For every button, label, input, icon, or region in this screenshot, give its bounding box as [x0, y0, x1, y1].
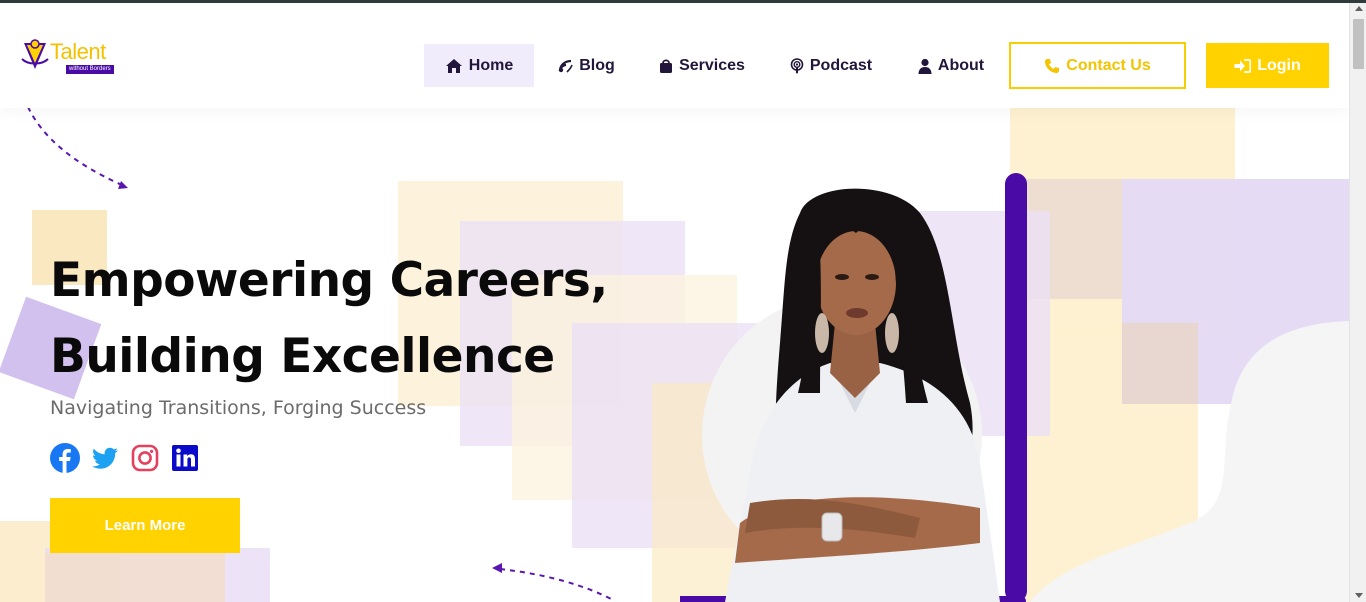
- contact-us-button[interactable]: Contact Us: [1009, 42, 1186, 89]
- page-scrollbar[interactable]: [1349, 3, 1366, 602]
- hero-title-line-2: Building Excellence: [50, 329, 555, 384]
- social-links: [50, 443, 200, 473]
- hero-portrait: [676, 173, 1040, 602]
- nav-podcast-label: Podcast: [809, 56, 873, 74]
- hero-title: Empowering Careers, Building Excellence: [50, 243, 690, 395]
- contact-us-label: Contact Us: [1066, 56, 1151, 74]
- brand-name: Talent: [50, 39, 106, 64]
- nav-home[interactable]: Home: [424, 44, 534, 87]
- user-icon: [918, 58, 932, 74]
- hero-subtitle: Navigating Transitions, Forging Success: [50, 397, 427, 419]
- phone-icon: [1045, 58, 1060, 73]
- podcast-icon: [790, 57, 804, 73]
- nav-blog-label: Blog: [579, 56, 615, 74]
- nav-blog[interactable]: Blog: [548, 44, 624, 87]
- facebook-icon[interactable]: [50, 443, 80, 473]
- blog-icon: [559, 59, 573, 73]
- learn-more-button[interactable]: Learn More: [50, 498, 240, 553]
- linkedin-icon[interactable]: [170, 443, 200, 473]
- nav-about-label: About: [937, 56, 985, 74]
- bag-icon: [660, 58, 673, 73]
- twitter-icon[interactable]: [90, 443, 120, 473]
- nav-about[interactable]: About: [908, 44, 994, 87]
- hero-title-line-1: Empowering Careers,: [50, 253, 608, 308]
- brand-tagline: without Borders: [66, 65, 114, 74]
- login-button[interactable]: Login: [1206, 43, 1329, 88]
- nav-services-label: Services: [679, 56, 745, 74]
- scroll-down-arrow-icon[interactable]: [1355, 593, 1363, 598]
- home-icon: [445, 58, 462, 73]
- person-diamond-icon: [21, 39, 49, 69]
- nav-home-label: Home: [468, 56, 514, 74]
- nav-podcast[interactable]: Podcast: [780, 44, 882, 87]
- site-header: Talent without Borders Home Blog Service: [0, 3, 1349, 108]
- page: Empowering Careers, Building Excellence …: [0, 3, 1349, 602]
- scroll-thumb[interactable]: [1353, 19, 1364, 69]
- instagram-icon[interactable]: [130, 443, 160, 473]
- nav-services[interactable]: Services: [650, 44, 754, 87]
- sign-in-icon: [1234, 58, 1252, 73]
- scroll-up-arrow-icon[interactable]: [1355, 6, 1363, 11]
- login-label: Login: [1257, 56, 1301, 74]
- brand-logo[interactable]: Talent without Borders: [18, 37, 128, 77]
